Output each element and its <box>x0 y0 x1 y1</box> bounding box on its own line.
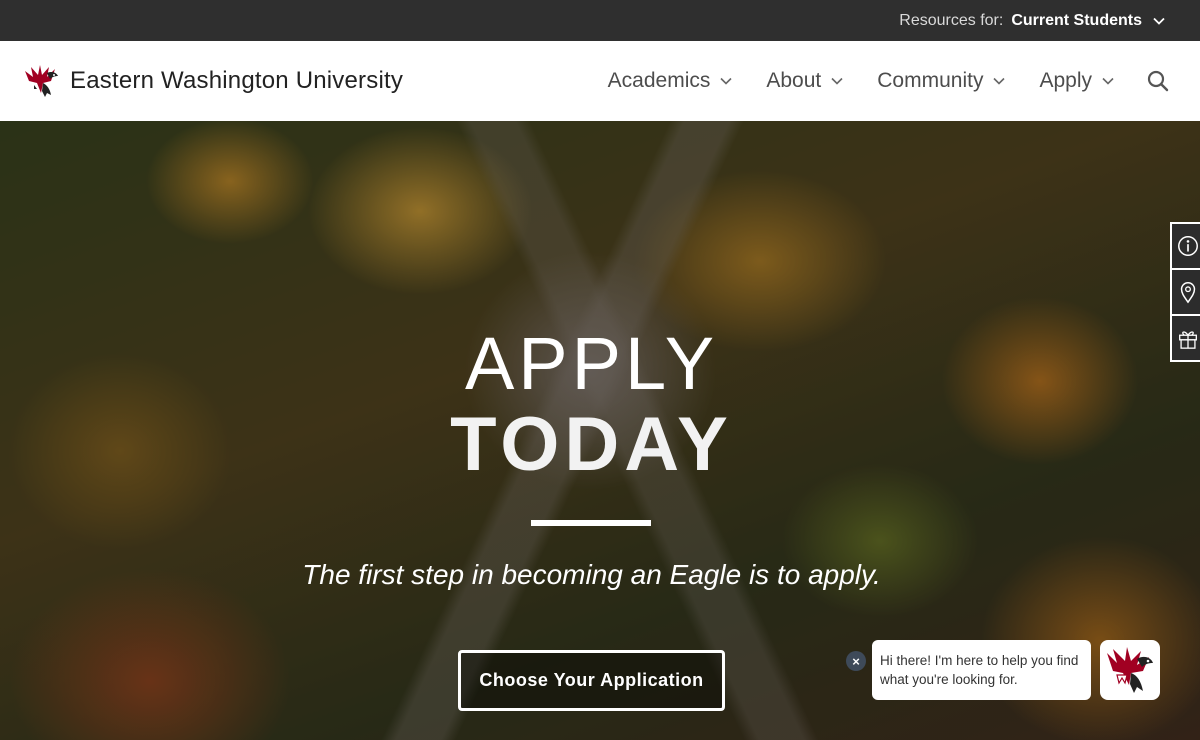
resources-label: Resources for: <box>899 11 1004 29</box>
nav-item-community[interactable]: Community <box>877 69 1007 93</box>
side-utility-tabs <box>1170 222 1200 362</box>
gift-icon <box>1179 331 1197 349</box>
chat-launcher-button[interactable] <box>1100 640 1160 700</box>
search-icon[interactable] <box>1146 69 1170 93</box>
hero-divider <box>531 520 651 526</box>
choose-application-button[interactable]: Choose Your Application <box>458 650 725 711</box>
chat-greeting-bubble[interactable]: Hi there! I'm here to help you find what… <box>872 640 1091 700</box>
nav-item-label: Apply <box>1039 69 1092 92</box>
side-tab-give[interactable] <box>1170 314 1200 362</box>
chevron-down-icon <box>720 77 732 85</box>
hero-subtitle: The first step in becoming an Eagle is t… <box>302 559 881 590</box>
nav-item-label: Academics <box>607 69 711 92</box>
resources-audience-select[interactable]: Current Students <box>1011 12 1142 30</box>
side-tab-location[interactable] <box>1170 268 1200 316</box>
chevron-down-icon <box>831 77 843 85</box>
university-name: Eastern Washington University <box>70 67 404 94</box>
hero-title-line2: TODAY <box>450 402 733 487</box>
nav-item-apply[interactable]: Apply <box>1039 69 1116 93</box>
utility-bar: Resources for: Current Students <box>0 0 1200 41</box>
chevron-down-icon <box>993 77 1006 85</box>
eagle-mascot-icon <box>1107 647 1153 693</box>
info-icon <box>1178 236 1198 256</box>
main-nav: Academics About Community Apply <box>576 69 1170 93</box>
chevron-down-icon[interactable] <box>1152 14 1166 28</box>
chat-message: Hi there! I'm here to help you find what… <box>880 653 1079 687</box>
map-pin-icon <box>1180 282 1196 304</box>
nav-item-about[interactable]: About <box>766 69 845 93</box>
chat-close-button[interactable]: × <box>846 651 866 671</box>
side-tab-info[interactable] <box>1170 222 1200 270</box>
site-header: Eastern Washington University Academics … <box>0 41 1200 121</box>
brand-home-link[interactable]: Eastern Washington University <box>23 63 403 99</box>
hero-title-line1: APPLY <box>464 322 719 405</box>
nav-item-label: Community <box>877 69 984 92</box>
nav-item-label: About <box>766 69 822 92</box>
eagle-logo-icon <box>25 65 58 97</box>
nav-item-academics[interactable]: Academics <box>608 69 735 93</box>
chevron-down-icon <box>1102 77 1114 85</box>
